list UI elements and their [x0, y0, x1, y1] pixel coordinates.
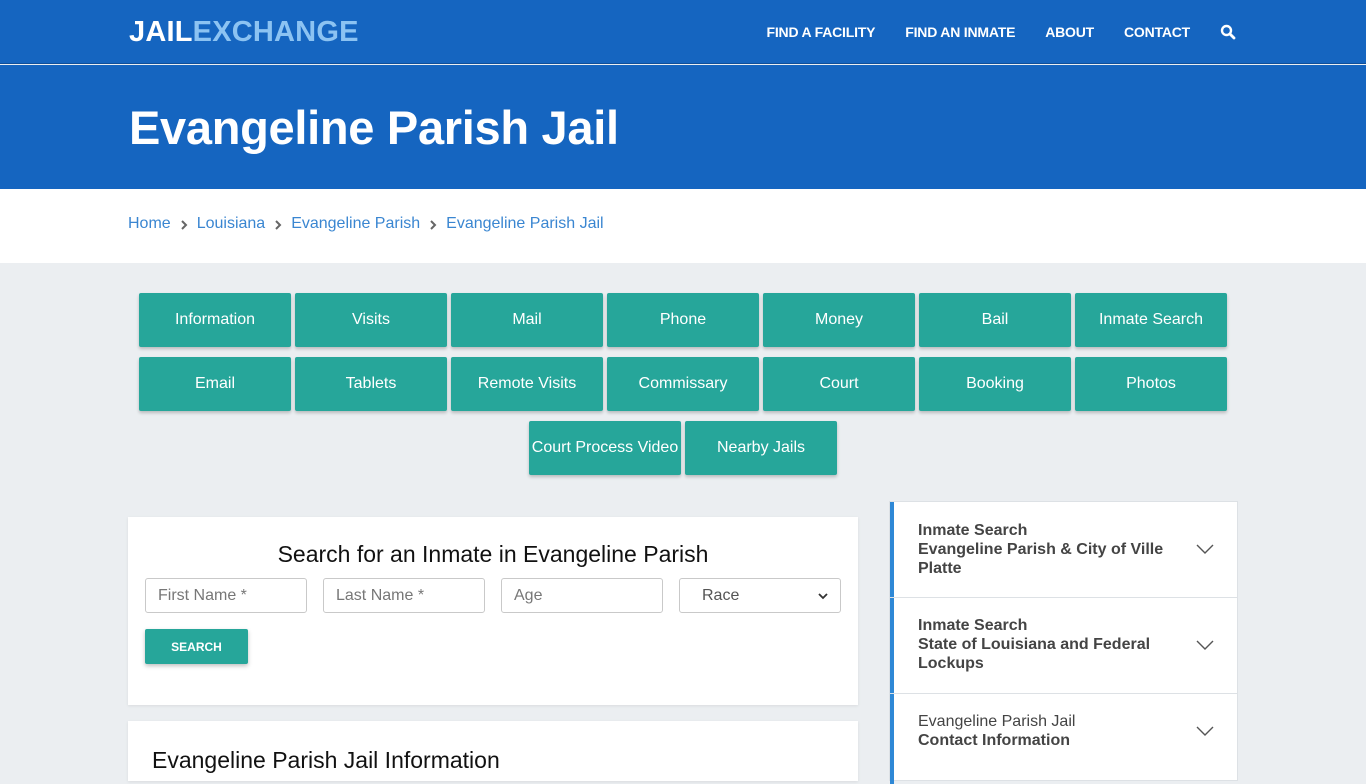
tab-booking[interactable]: Booking	[919, 357, 1071, 411]
tab-mail[interactable]: Mail	[451, 293, 603, 347]
tab-commissary[interactable]: Commissary	[607, 357, 759, 411]
age-input[interactable]	[514, 586, 650, 605]
breadcrumb-state[interactable]: Louisiana	[197, 215, 266, 233]
tab-money[interactable]: Money	[763, 293, 915, 347]
nav-about[interactable]: ABOUT	[1045, 24, 1094, 40]
breadcrumb: Home Louisiana Evangeline Parish Evangel…	[128, 215, 604, 233]
age-field[interactable]	[501, 578, 663, 613]
last-name-field[interactable]	[323, 578, 485, 613]
tab-information[interactable]: Information	[139, 293, 291, 347]
tab-phone[interactable]: Phone	[607, 293, 759, 347]
accordion-item-contact-info[interactable]: Evangeline Parish Jail Contact Informati…	[890, 694, 1238, 784]
nav-contact[interactable]: CONTACT	[1124, 24, 1190, 40]
first-name-field[interactable]	[145, 578, 307, 613]
accordion-subheading: Contact Information	[918, 732, 1070, 749]
search-icon[interactable]	[1220, 24, 1236, 40]
breadcrumb-home[interactable]: Home	[128, 215, 171, 233]
chevron-down-icon	[1196, 544, 1214, 554]
tab-inmate-search[interactable]: Inmate Search	[1075, 293, 1227, 347]
jail-information-card: Evangeline Parish Jail Information	[128, 721, 858, 781]
chevron-down-icon	[818, 587, 828, 605]
breadcrumb-county[interactable]: Evangeline Parish	[291, 215, 420, 233]
main-nav: FIND A FACILITY FIND AN INMATE ABOUT CON…	[737, 0, 1236, 64]
nav-find-facility[interactable]: FIND A FACILITY	[767, 24, 876, 40]
breadcrumb-bar: Home Louisiana Evangeline Parish Evangel…	[0, 189, 1366, 263]
tab-tablets[interactable]: Tablets	[295, 357, 447, 411]
tab-visits[interactable]: Visits	[295, 293, 447, 347]
accordion-heading: Inmate Search	[918, 522, 1028, 539]
race-selected-value: Race	[702, 586, 740, 604]
accordion-heading: Inmate Search	[918, 617, 1028, 634]
last-name-input[interactable]	[336, 586, 472, 605]
search-button[interactable]: SEARCH	[145, 629, 248, 664]
tab-remote-visits[interactable]: Remote Visits	[451, 357, 603, 411]
accordion-subheading: State of Louisiana and Federal Lockups	[918, 636, 1151, 672]
top-navbar: JAILEXCHANGE FIND A FACILITY FIND AN INM…	[0, 0, 1366, 64]
chevron-right-icon	[428, 218, 438, 230]
tab-court[interactable]: Court	[763, 357, 915, 411]
sidebar-accordion: Inmate Search Evangeline Parish & City o…	[889, 501, 1238, 784]
accordion-heading: Evangeline Parish Jail	[918, 713, 1076, 730]
tab-email[interactable]: Email	[139, 357, 291, 411]
breadcrumb-facility[interactable]: Evangeline Parish Jail	[446, 215, 603, 233]
search-title: Search for an Inmate in Evangeline Paris…	[277, 541, 709, 567]
accordion-subheading: Evangeline Parish & City of Ville Platte	[918, 541, 1164, 577]
tab-photos[interactable]: Photos	[1075, 357, 1227, 411]
logo-jail: JAIL	[129, 16, 193, 48]
first-name-input[interactable]	[158, 586, 294, 605]
page-title: Evangeline Parish Jail	[129, 101, 619, 154]
logo-exchange: EXCHANGE	[192, 16, 359, 48]
chevron-right-icon	[273, 218, 283, 230]
chevron-down-icon	[1196, 640, 1214, 650]
info-title: Evangeline Parish Jail Information	[152, 747, 500, 773]
tab-bail[interactable]: Bail	[919, 293, 1071, 347]
race-select[interactable]: Race	[679, 578, 841, 613]
tab-nearby-jails[interactable]: Nearby Jails	[685, 421, 837, 475]
nav-find-inmate[interactable]: FIND AN INMATE	[905, 24, 1015, 40]
tab-court-process-video[interactable]: Court Process Video	[529, 421, 681, 475]
hero-banner: Evangeline Parish Jail	[0, 65, 1366, 189]
chevron-down-icon	[1196, 726, 1214, 736]
logo[interactable]: JAILEXCHANGE	[129, 16, 359, 48]
inmate-search-card: Search for an Inmate in Evangeline Paris…	[128, 517, 858, 705]
accordion-item-local-search[interactable]: Inmate Search Evangeline Parish & City o…	[890, 502, 1238, 597]
accordion-item-state-search[interactable]: Inmate Search State of Louisiana and Fed…	[890, 598, 1238, 693]
chevron-right-icon	[179, 218, 189, 230]
